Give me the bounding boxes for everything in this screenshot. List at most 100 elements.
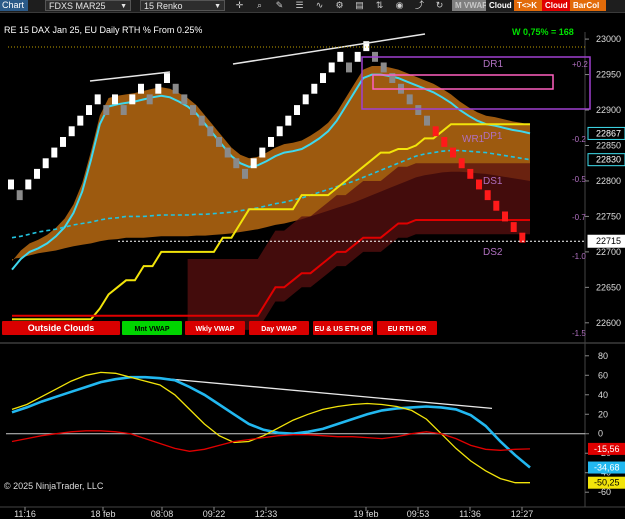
renko-brick (458, 158, 465, 169)
renko-brick (502, 211, 508, 222)
pct-label: -0.5 (572, 175, 586, 184)
y-tick-label: 22700 (596, 247, 621, 257)
renko-brick (138, 83, 144, 94)
strategy-icon[interactable]: ⚙ (334, 0, 345, 11)
renko-brick (155, 83, 162, 94)
y-tick-label: 80 (598, 351, 608, 361)
chevron-down-icon: ▼ (214, 3, 221, 10)
price-axis: 23000 22950 22900 22850 22800 22750 22700 22650… (585, 34, 625, 328)
renko-brick (467, 168, 474, 179)
interval-value: 15 Renko (144, 1, 183, 11)
x-tick-label: 19 feb (353, 509, 378, 519)
renko-brick (103, 105, 110, 115)
draw-icon[interactable]: ✎ (274, 0, 285, 11)
instrument-selector[interactable]: FDXS MAR25 ▼ (45, 0, 131, 11)
instrument-value: FDXS MAR25 (49, 1, 106, 11)
renko-brick (484, 190, 491, 201)
zone-label: DP1 (483, 131, 503, 142)
renko-brick (294, 105, 300, 115)
renko-brick (441, 137, 448, 147)
x-tick-label: 12:27 (511, 509, 534, 519)
chart-title: RE 15 DAX Jan 25, EU Daily RTH % From 0.… (4, 25, 202, 35)
renko-brick (380, 62, 387, 73)
renko-brick (259, 147, 266, 158)
value-marker-label: -34,68 (594, 463, 620, 473)
x-tick-label: 11:36 (459, 509, 481, 519)
w-value-label: W 0,75% = 168 (512, 27, 574, 37)
zone-label: WR1 (462, 134, 485, 145)
renko-brick (302, 94, 309, 105)
x-tick-label: 09:53 (407, 509, 430, 519)
y-tick-label: 0 (598, 429, 603, 439)
renko-brick (354, 51, 361, 62)
zoom-icon[interactable]: ⌕ (254, 0, 265, 11)
oscillator-panel: 806040200-20-40-60-15,56-34,68-50,25 (6, 351, 625, 497)
renko-brick (42, 158, 49, 169)
renko-brick (250, 158, 257, 169)
crosshair-icon[interactable]: ✛ (234, 0, 245, 11)
template-icon[interactable]: ▤ (354, 0, 365, 11)
share-icon[interactable]: ⤴ (414, 0, 425, 11)
y-tick-label: 20 (598, 409, 608, 419)
renko-brick (68, 126, 75, 137)
renko-brick (328, 62, 335, 73)
y-tick-label: 22900 (596, 105, 621, 115)
renko-brick (311, 83, 318, 94)
indicator-toggle-label: EU & US ETH OR (315, 326, 372, 333)
renko-brick (285, 115, 292, 126)
interval-selector[interactable]: 15 Renko ▼ (140, 0, 225, 11)
properties-icon[interactable]: ☰ (294, 0, 305, 11)
renko-brick (233, 158, 240, 169)
y-tick-label: 22800 (596, 176, 621, 186)
refresh-icon[interactable]: ↻ (434, 0, 445, 11)
x-tick-label: 12:33 (255, 509, 278, 519)
renko-brick (337, 51, 344, 62)
price-marker-label: 22867 (596, 128, 621, 138)
x-tick-label: 08:08 (151, 509, 174, 519)
renko-brick (346, 62, 352, 73)
renko-brick (320, 73, 326, 83)
renko-brick (190, 105, 196, 115)
renko-brick (146, 94, 153, 105)
indicator-toggle-label: Wkly VWAP (196, 326, 235, 333)
chart-area[interactable]: DR1 DP1WR1 DS1 DS2 +0.2 -0.2 -0.5 -0.7 -1.0 -1.5 O… (0, 12, 625, 519)
renko-brick (406, 94, 413, 105)
renko-brick (510, 222, 517, 232)
renko-brick (415, 105, 422, 115)
y-tick-label: 60 (598, 370, 608, 380)
toggle-chip-0[interactable]: M VWAP (452, 0, 490, 11)
pct-label: -1.0 (572, 252, 586, 261)
renko-brick (34, 168, 40, 179)
price-marker-label: 22715 (596, 236, 621, 246)
renko-brick (242, 168, 248, 179)
order-icon[interactable]: ⇅ (374, 0, 385, 11)
renko-brick (216, 137, 222, 147)
renko-brick (181, 94, 188, 105)
renko-brick (207, 126, 214, 137)
y-tick-label: 22850 (596, 140, 621, 150)
trend-line (89, 71, 171, 82)
chart-tab[interactable]: Chart (0, 0, 28, 11)
renko-brick (476, 179, 482, 190)
renko-brick (60, 137, 66, 147)
renko-brick (198, 115, 205, 126)
renko-brick (268, 137, 274, 147)
screenshot-icon[interactable]: ◉ (394, 0, 405, 11)
renko-brick (424, 115, 430, 126)
renko-brick (86, 105, 92, 115)
indicators-icon[interactable]: ∿ (314, 0, 325, 11)
copyright-label: © 2025 NinjaTrader, LLC (4, 481, 104, 491)
y-tick-label: 23000 (596, 34, 621, 44)
renko-brick (51, 147, 58, 158)
time-axis: 11:16 18 feb 08:08 09:22 12:33 19 feb 09:53 11:… (14, 507, 533, 519)
renko-brick (16, 190, 23, 201)
indicator-toggle-label: EU RTH OR (388, 326, 427, 333)
renko-brick (432, 126, 439, 137)
pct-label: -1.5 (572, 329, 586, 338)
pct-label: -0.7 (572, 213, 586, 222)
pct-label: +0.2 (572, 60, 588, 69)
zone-label: DS1 (483, 176, 503, 187)
renko-brick (120, 105, 127, 115)
toggle-chip-4[interactable]: BarCol (570, 0, 606, 11)
y-tick-label: 22600 (596, 318, 621, 328)
